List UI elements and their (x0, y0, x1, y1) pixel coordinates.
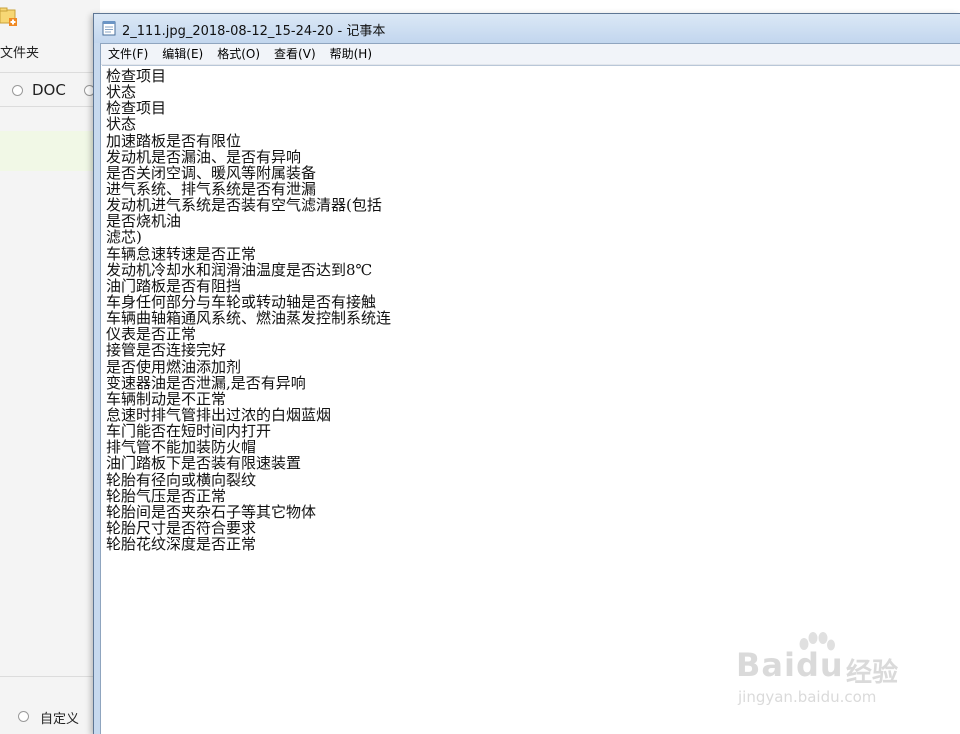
text-line: 车身任何部分与车轮或转动轴是否有接触 (106, 292, 377, 311)
menu-help[interactable]: 帮助(H) (323, 44, 379, 64)
text-line: 车门能否在短时间内打开 (106, 422, 272, 441)
text-line: 轮胎有径向或横向裂纹 (106, 470, 257, 489)
text-line: 油门踏板是否有阻挡 (106, 276, 242, 295)
watermark-brand: Baidu (736, 646, 844, 684)
text-line: 检查项目 (106, 67, 167, 85)
text-line: 状态 (106, 83, 137, 102)
divider (0, 106, 100, 107)
text-line: 变速器油是否泄漏,是否有异响 (106, 373, 306, 392)
text-line: 发动机冷却水和润滑油温度是否达到8℃ (106, 260, 373, 279)
custom-option-radio[interactable] (18, 711, 29, 722)
menu-bar: 文件(F) 编辑(E) 格式(O) 查看(V) 帮助(H) (101, 44, 960, 65)
text-line: 轮胎气压是否正常 (106, 486, 227, 505)
selected-row[interactable] (0, 131, 100, 171)
text-line: 车辆制动是不正常 (106, 389, 227, 408)
text-line: 状态 (106, 115, 137, 134)
custom-option-label[interactable]: 自定义 (40, 708, 79, 727)
watermark-url: jingyan.baidu.com (738, 688, 877, 706)
text-line: 轮胎尺寸是否符合要求 (106, 518, 257, 537)
text-line: 加速踏板是否有限位 (106, 131, 242, 150)
menu-view[interactable]: 查看(V) (267, 44, 323, 64)
divider (0, 72, 100, 73)
background-app-panel: 文件夹 DOC 自定义 (0, 0, 100, 734)
text-line: 发动机是否漏油、是否有异响 (106, 147, 302, 166)
divider (0, 676, 100, 677)
text-line: 怠速时排气管排出过浓的白烟蓝烟 (106, 405, 332, 424)
text-line: 是否关闭空调、暖风等附属装备 (106, 163, 317, 182)
menu-file[interactable]: 文件(F) (101, 44, 155, 64)
text-line: 车辆怠速转速是否正常 (106, 244, 257, 263)
text-line: 车辆曲轴箱通风系统、燃油蒸发控制系统连 (106, 309, 392, 328)
doc-format-label[interactable]: DOC (32, 81, 66, 99)
text-line: 轮胎间是否夹杂石子等其它物体 (106, 502, 317, 521)
new-folder-label[interactable]: 文件夹 (0, 42, 39, 61)
text-line: 排气管不能加装防火帽 (106, 438, 257, 457)
new-folder-icon[interactable] (0, 6, 18, 28)
window-title: 2_111.jpg_2018-08-12_15-24-20 - 记事本 (122, 24, 386, 39)
baidu-watermark: Baidu 经验 jingyan.baidu.com (728, 628, 928, 718)
text-line: 油门踏板下是否装有限速装置 (106, 454, 302, 473)
text-line: 检查项目 (106, 99, 167, 118)
text-line: 接管是否连接完好 (106, 341, 227, 360)
text-content: 检查项目 状态 检查项目 状态 加速踏板是否有限位 发动机是否漏油、是否有异响 是否关闭空调… (106, 68, 391, 552)
window-titlebar[interactable]: 2_111.jpg_2018-08-12_15-24-20 - 记事本 (94, 14, 960, 43)
menu-format[interactable]: 格式(O) (210, 44, 267, 64)
text-line: 仪表是否正常 (106, 325, 197, 344)
menu-edit[interactable]: 编辑(E) (155, 44, 210, 64)
text-line: 是否烧机油 (106, 212, 182, 231)
text-line: 滤芯) (106, 228, 142, 247)
notepad-icon (102, 21, 116, 36)
text-line: 是否使用燃油添加剂 (106, 357, 242, 376)
notepad-window: 2_111.jpg_2018-08-12_15-24-20 - 记事本 文件(F… (93, 13, 960, 734)
watermark-brand-cn: 经验 (846, 658, 899, 688)
text-line: 轮胎花纹深度是否正常 (106, 535, 257, 554)
doc-format-radio[interactable] (12, 85, 23, 96)
text-line: 进气系统、排气系统是否有泄漏 (106, 179, 317, 198)
text-line: 发动机进气系统是否装有空气滤清器(包括 (106, 196, 382, 215)
